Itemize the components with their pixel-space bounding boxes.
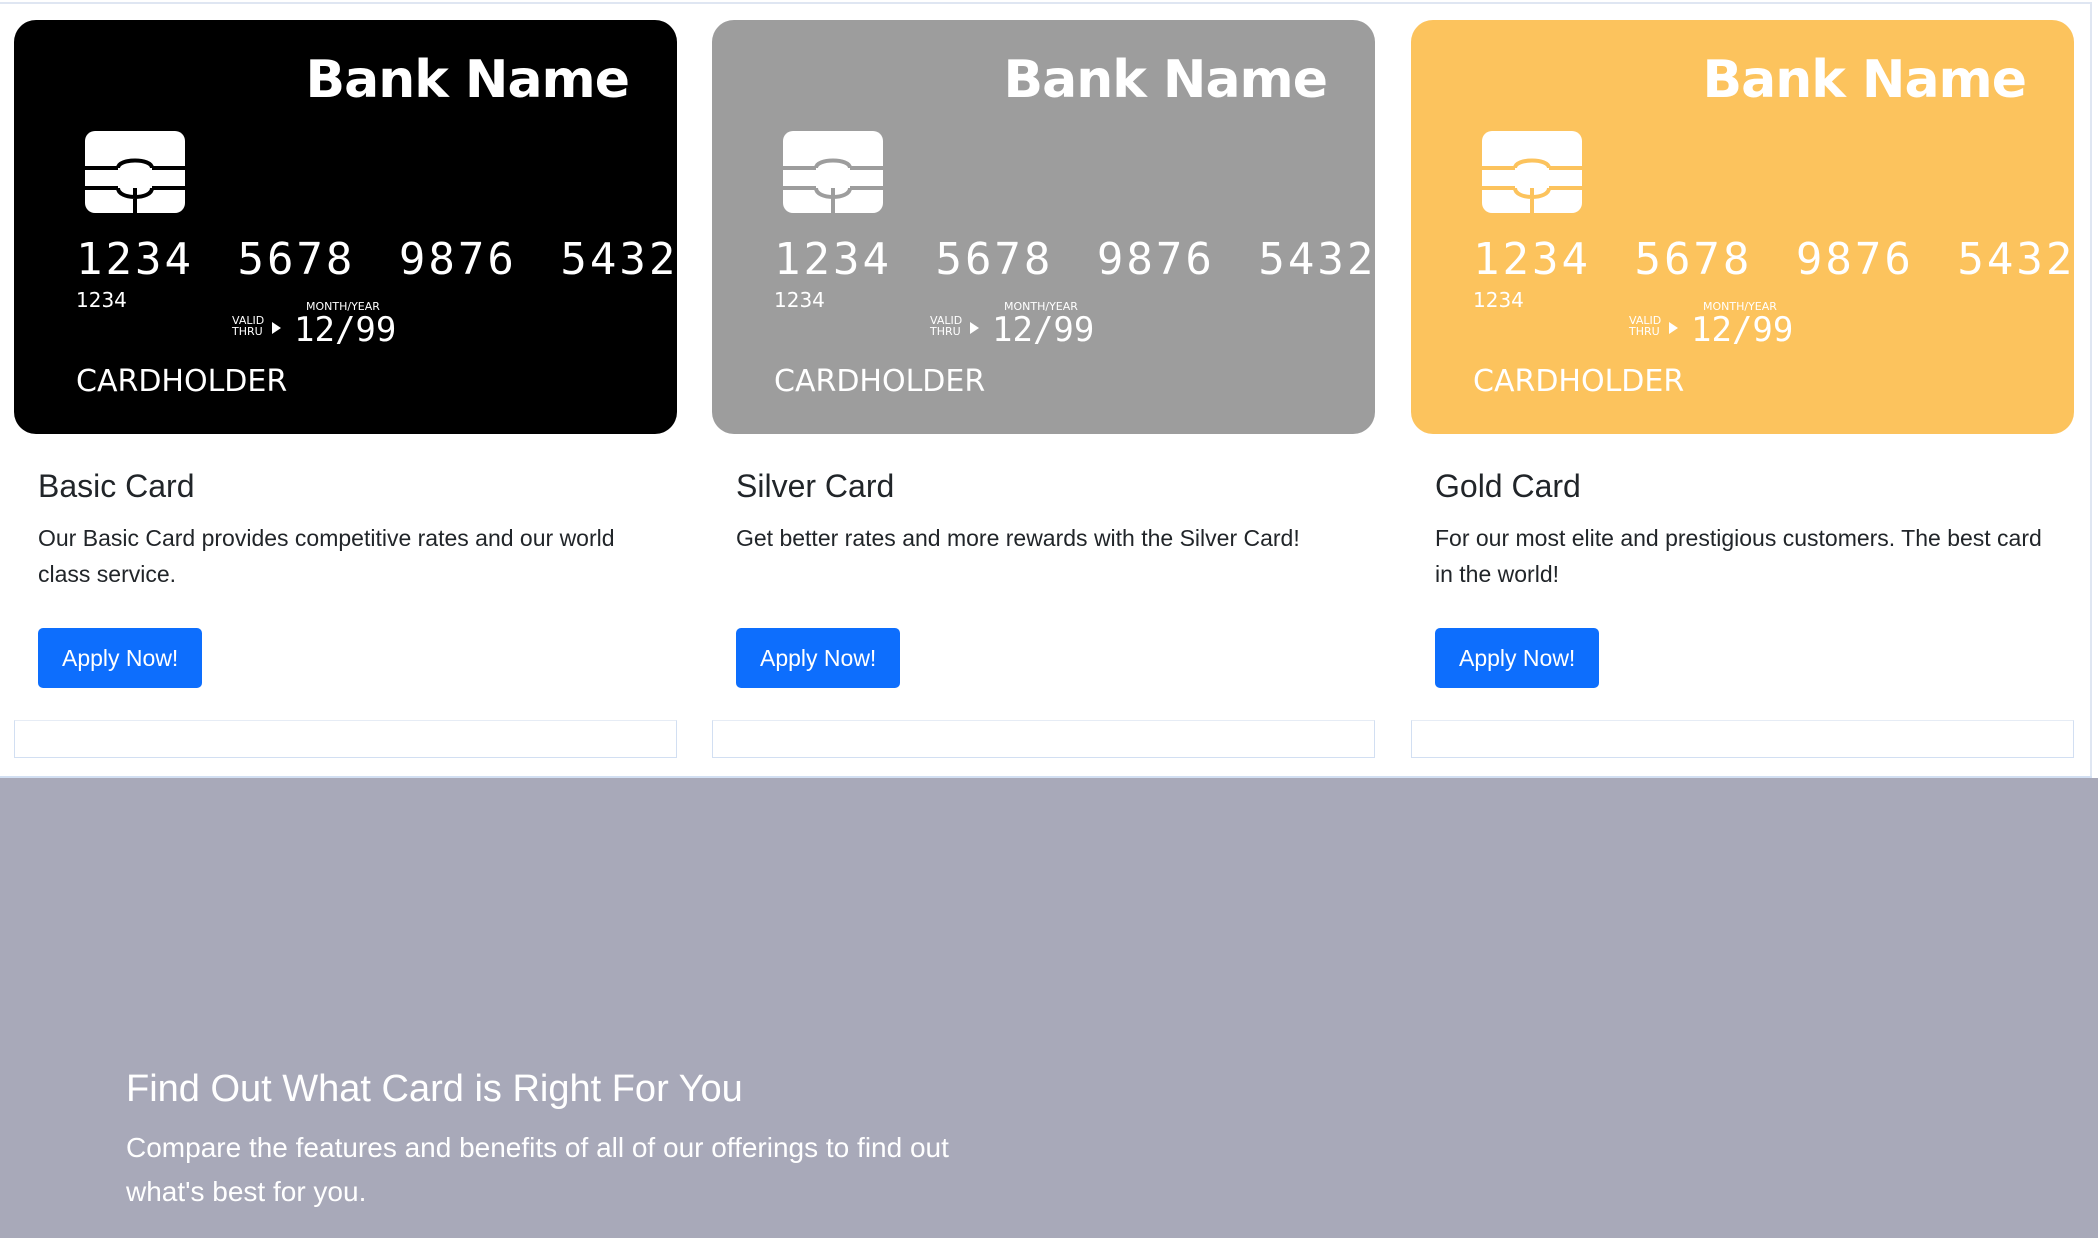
card-chip-icon (85, 131, 185, 213)
card-title: Basic Card (38, 468, 195, 504)
card-number-small: 1234 (76, 288, 127, 312)
valid-thru-arrow-icon (272, 322, 281, 334)
card-column-basic: Bank Name 1234 5678 9876 5432 1234 VALID… (14, 20, 677, 758)
card-description: For our most elite and prestigious custo… (1435, 525, 2042, 587)
cardholder-label: CARDHOLDER (1473, 364, 1685, 399)
apply-now-button[interactable]: Apply Now! (1435, 628, 1600, 688)
promo-text: Compare the features and benefits of all… (126, 1132, 949, 1207)
valid-thru-arrow-icon (970, 322, 979, 334)
bank-name: Bank Name (1702, 50, 2027, 110)
expiry-date: 12/99 (294, 310, 397, 350)
card-description: Get better rates and more rewards with t… (736, 525, 1300, 551)
promo-title: Find Out What Card is Right For You (126, 1068, 743, 1110)
card-number-small: 1234 (1473, 288, 1524, 312)
card-column-silver: Bank Name 1234 5678 9876 5432 1234 VALID… (712, 20, 1375, 758)
bank-name: Bank Name (305, 50, 630, 110)
card-number: 1234 5678 9876 5432 (1473, 234, 2074, 285)
card-chip-icon (783, 131, 883, 213)
top-divider (0, 2, 2092, 4)
card-image-silver: Bank Name 1234 5678 9876 5432 1234 VALID… (712, 20, 1375, 434)
page: Bank Name 1234 5678 9876 5432 1234 VALID… (0, 0, 2098, 1238)
card-image-gold: Bank Name 1234 5678 9876 5432 1234 VALID… (1411, 20, 2074, 434)
right-divider (2090, 2, 2092, 778)
thru-label: THRU (232, 325, 263, 338)
valid-thru-label: VALID THRU (232, 315, 272, 337)
card-chip-icon (1482, 131, 1582, 213)
thru-label: THRU (930, 325, 961, 338)
apply-now-button[interactable]: Apply Now! (736, 628, 901, 688)
valid-thru-label: VALID THRU (930, 315, 970, 337)
thru-label: THRU (1629, 325, 1660, 338)
card-description: Our Basic Card provides competitive rate… (38, 525, 615, 587)
promo-section: Find Out What Card is Right For You Comp… (0, 778, 2098, 1238)
cardholder-label: CARDHOLDER (76, 364, 288, 399)
card-column-gold: Bank Name 1234 5678 9876 5432 1234 VALID… (1411, 20, 2074, 758)
card-footer (712, 720, 1375, 758)
card-footer (1411, 720, 2074, 758)
card-title: Gold Card (1435, 468, 1581, 504)
bank-name: Bank Name (1003, 50, 1328, 110)
card-number-small: 1234 (774, 288, 825, 312)
card-footer (14, 720, 677, 758)
card-image-basic: Bank Name 1234 5678 9876 5432 1234 VALID… (14, 20, 677, 434)
card-number: 1234 5678 9876 5432 (76, 234, 677, 285)
apply-now-button[interactable]: Apply Now! (38, 628, 203, 688)
card-title: Silver Card (736, 468, 895, 504)
expiry-date: 12/99 (1691, 310, 1794, 350)
card-number: 1234 5678 9876 5432 (774, 234, 1375, 285)
valid-thru-arrow-icon (1669, 322, 1678, 334)
expiry-date: 12/99 (992, 310, 1095, 350)
cardholder-label: CARDHOLDER (774, 364, 986, 399)
valid-thru-label: VALID THRU (1629, 315, 1669, 337)
